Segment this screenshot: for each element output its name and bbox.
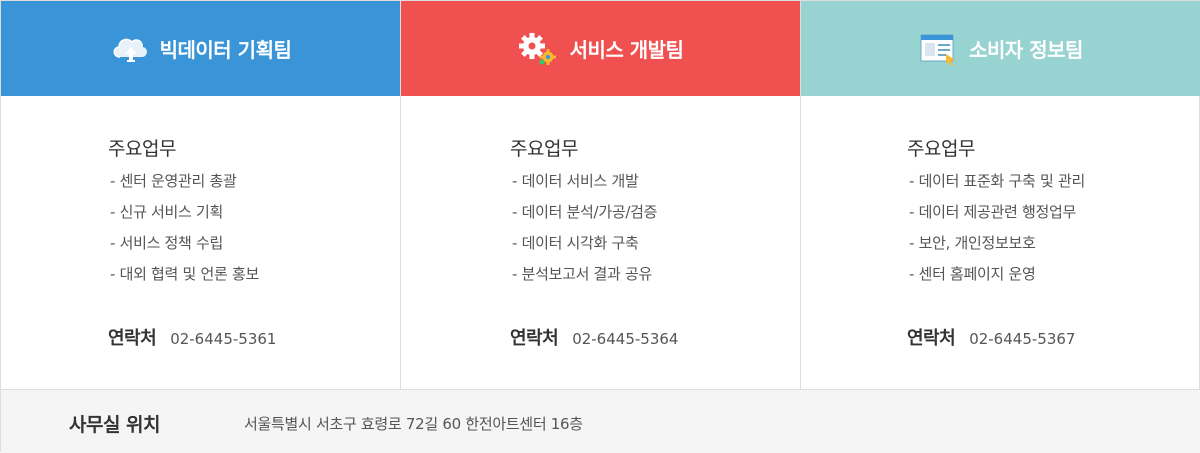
duty-item: 대외 협력 및 언론 홍보 [110, 259, 260, 290]
duty-item: 센터 운영관리 총괄 [110, 166, 259, 197]
duty-item: 데이터 서비스 개발 [512, 166, 657, 197]
contact-label: 연락처 [510, 328, 559, 349]
team-columns: 빅데이터 기획팀 주요업무 센터 운영관리 총괄 신규 서비스 기획 서비스 정… [1, 1, 1200, 389]
office-label: 사무실 위치 [69, 414, 161, 436]
contact-phone: 02-6445-5367 [969, 330, 1076, 348]
team-header: 소비자 정보팀 [801, 1, 1200, 96]
contact-row: 연락처 02-6445-5361 [108, 324, 276, 350]
browser-window-icon [919, 32, 959, 66]
duty-item: 센터 홈페이지 운영 [909, 259, 1085, 290]
duty-item: 서비스 정책 수립 [110, 228, 259, 259]
contact-phone: 02-6445-5364 [572, 330, 679, 348]
team-header: 빅데이터 기획팀 [1, 1, 400, 96]
duty-item: 분석보고서 결과 공유 [512, 259, 657, 290]
gears-icon [518, 31, 560, 67]
duty-title: 주요업무 [510, 138, 578, 160]
duty-title: 주요업무 [907, 138, 975, 160]
contact-label: 연락처 [907, 328, 956, 349]
contact-row: 연락처 02-6445-5367 [907, 324, 1075, 350]
duty-list: 데이터 서비스 개발 데이터 분석/가공/검증 데이터 시각화 구축 분석보고서… [512, 166, 658, 290]
team-title: 소비자 정보팀 [969, 38, 1083, 62]
duty-item: 데이터 표준화 구축 및 관리 [909, 166, 1086, 197]
office-address: 서울특별시 서초구 효령로 72길 60 한전아트센터 16층 [244, 415, 583, 433]
team-card-consumer-info: 소비자 정보팀 주요업무 데이터 표준화 구축 및 관리 데이터 제공관련 행정… [801, 1, 1200, 389]
team-body: 주요업무 데이터 서비스 개발 데이터 분석/가공/검증 데이터 시각화 구축 … [401, 96, 800, 389]
team-title: 서비스 개발팀 [569, 38, 684, 62]
team-info-table: 빅데이터 기획팀 주요업무 센터 운영관리 총괄 신규 서비스 기획 서비스 정… [0, 0, 1200, 453]
team-title: 빅데이터 기획팀 [159, 38, 292, 62]
cloud-upload-icon [110, 33, 150, 65]
duty-list: 센터 운영관리 총괄 신규 서비스 기획 서비스 정책 수립 대외 협력 및 언… [110, 166, 260, 290]
duty-item: 데이터 제공관련 행정업무 [909, 197, 1085, 228]
contact-label: 연락처 [108, 328, 157, 349]
team-body: 주요업무 데이터 표준화 구축 및 관리 데이터 제공관련 행정업무 보안, 개… [801, 96, 1200, 389]
office-location-row: 사무실 위치 서울특별시 서초구 효령로 72길 60 한전아트센터 16층 [1, 389, 1200, 453]
contact-phone: 02-6445-5361 [170, 330, 277, 348]
duty-item: 신규 서비스 기획 [110, 197, 259, 228]
team-card-development: 서비스 개발팀 주요업무 데이터 서비스 개발 데이터 분석/가공/검증 데이터… [401, 1, 801, 389]
team-card-planning: 빅데이터 기획팀 주요업무 센터 운영관리 총괄 신규 서비스 기획 서비스 정… [1, 1, 401, 389]
team-header: 서비스 개발팀 [401, 1, 800, 96]
duty-item: 데이터 시각화 구축 [512, 228, 657, 259]
duty-list: 데이터 표준화 구축 및 관리 데이터 제공관련 행정업무 보안, 개인정보보호… [909, 166, 1086, 290]
duty-item: 데이터 분석/가공/검증 [512, 197, 658, 228]
contact-row: 연락처 02-6445-5364 [510, 324, 678, 350]
team-body: 주요업무 센터 운영관리 총괄 신규 서비스 기획 서비스 정책 수립 대외 협… [1, 96, 400, 389]
duty-item: 보안, 개인정보보호 [909, 228, 1085, 259]
duty-title: 주요업무 [108, 138, 176, 160]
